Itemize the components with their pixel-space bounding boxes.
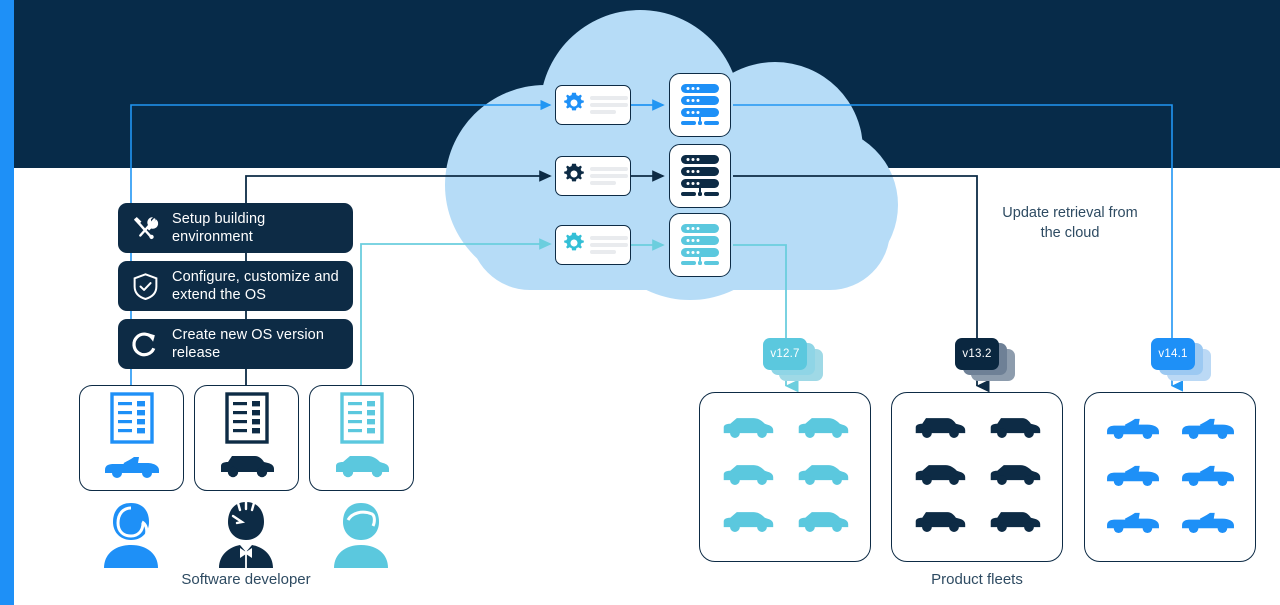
convertible-car-icon (1104, 509, 1162, 539)
server-stack-icon (681, 84, 719, 125)
fleet-box-3[interactable] (1084, 392, 1256, 562)
version-label: v12.7 (770, 348, 800, 360)
server-stack-icon (681, 224, 719, 265)
server-box-1[interactable] (669, 73, 731, 137)
wrench-screwdriver-icon (118, 213, 172, 243)
version-badge-group-2: v13.2 (955, 338, 1017, 381)
sedan-car-icon (987, 509, 1043, 539)
config-lines (590, 167, 628, 185)
version-badge[interactable]: v12.7 (763, 338, 807, 370)
sedan-car-icon (912, 509, 968, 539)
process-step-create-new-os-version-release[interactable]: Create new OS version release (118, 319, 353, 369)
config-lines (590, 96, 628, 114)
process-step-label: Setup building environment (172, 210, 266, 245)
fleet-box-1[interactable] (699, 392, 871, 562)
fleet-box-2[interactable] (891, 392, 1063, 562)
server-stack-icon (681, 155, 719, 196)
server-box-2[interactable] (669, 144, 731, 208)
sedan-car-icon (987, 415, 1043, 445)
config-lines (590, 236, 628, 254)
avatar-female-icon (92, 500, 170, 568)
process-step-configure-customize-extend-os[interactable]: Configure, customize and extend the OS (118, 261, 353, 311)
convertible-car-icon (1179, 462, 1237, 492)
pipeline-config-card-1[interactable] (555, 85, 631, 125)
convertible-car-icon (1104, 415, 1162, 445)
update-retrieval-note: Update retrieval from the cloud (1002, 205, 1138, 242)
hatchback-car-icon (332, 453, 392, 484)
version-label: v13.2 (962, 348, 992, 360)
connector-dev3-to-pipeline3 (360, 238, 552, 400)
gear-icon (563, 232, 585, 259)
version-badge-group-3: v14.1 (1151, 338, 1213, 381)
checklist-document-icon (109, 392, 155, 451)
version-badge[interactable]: v13.2 (955, 338, 999, 370)
version-badge[interactable]: v14.1 (1151, 338, 1195, 370)
hatchback-car-icon (720, 415, 776, 445)
checklist-document-icon (339, 392, 385, 451)
sedan-car-icon (217, 453, 277, 484)
version-label: v14.1 (1158, 348, 1188, 360)
version-badge-group-1: v12.7 (763, 338, 825, 381)
server-box-3[interactable] (669, 213, 731, 277)
convertible-car-icon (102, 453, 162, 484)
sedan-car-icon (912, 462, 968, 492)
device-box-2[interactable] (194, 385, 299, 491)
pipeline-config-card-3[interactable] (555, 225, 631, 265)
diagram-canvas: Setup building environment Configure, cu… (0, 0, 1280, 605)
convertible-car-icon (1179, 509, 1237, 539)
process-step-label: Create new OS version release (172, 326, 324, 361)
hatchback-car-icon (795, 509, 851, 539)
hatchback-car-icon (720, 462, 776, 492)
convertible-car-icon (1179, 415, 1237, 445)
device-box-3[interactable] (309, 385, 414, 491)
hatchback-car-icon (720, 509, 776, 539)
avatar-person-icon (322, 500, 400, 568)
device-box-1[interactable] (79, 385, 184, 491)
checklist-document-icon (224, 392, 270, 451)
convertible-car-icon (1104, 462, 1162, 492)
gear-icon (563, 92, 585, 119)
fleets-caption: Product fleets (931, 571, 1023, 588)
pipeline-config-card-2[interactable] (555, 156, 631, 196)
hatchback-car-icon (795, 462, 851, 492)
gear-icon (563, 163, 585, 190)
avatar-male-bowtie-icon (207, 499, 285, 568)
shield-check-icon (118, 272, 172, 301)
refresh-icon (118, 329, 172, 359)
developer-caption: Software developer (181, 571, 311, 588)
sedan-car-icon (987, 462, 1043, 492)
hatchback-car-icon (795, 415, 851, 445)
sedan-car-icon (912, 415, 968, 445)
process-step-setup-building-environment[interactable]: Setup building environment (118, 203, 353, 253)
process-step-label: Configure, customize and extend the OS (172, 268, 339, 303)
